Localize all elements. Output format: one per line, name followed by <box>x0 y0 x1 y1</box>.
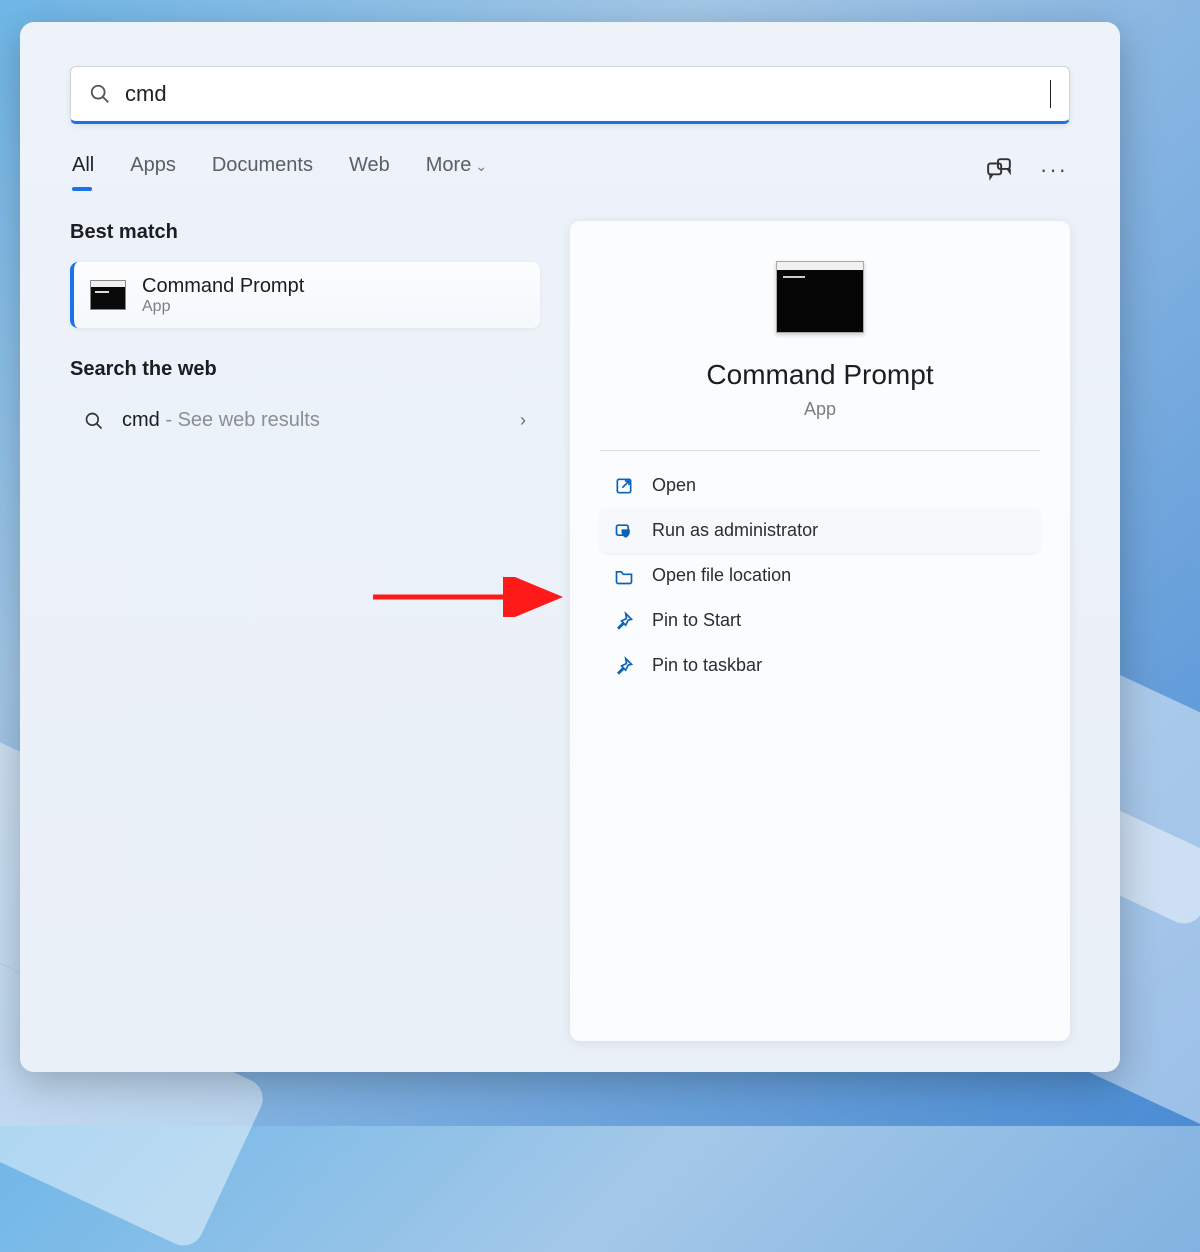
chevron-right-icon: › <box>520 410 526 431</box>
open-icon <box>614 476 634 496</box>
tab-all[interactable]: All <box>72 154 94 185</box>
tab-documents[interactable]: Documents <box>212 154 313 185</box>
results-column: Best match Command Prompt App Search the… <box>70 221 540 1041</box>
search-web-label: Search the web <box>70 358 540 381</box>
best-match-result[interactable]: Command Prompt App <box>70 262 540 328</box>
action-label: Open <box>652 475 696 496</box>
tab-web[interactable]: Web <box>349 154 390 185</box>
folder-icon <box>614 566 634 586</box>
result-title: Command Prompt <box>142 274 304 298</box>
action-pin-to-taskbar[interactable]: Pin to taskbar <box>600 643 1040 688</box>
search-input[interactable] <box>125 81 1050 107</box>
filter-tabs: All Apps Documents Web More⌄ ··· <box>70 154 1070 185</box>
divider <box>600 450 1040 451</box>
start-search-panel: All Apps Documents Web More⌄ ··· Best ma… <box>20 22 1120 1072</box>
command-prompt-icon <box>90 280 126 310</box>
search-bar[interactable] <box>70 66 1070 124</box>
result-subtitle: App <box>142 298 304 316</box>
detail-pane: Command Prompt App Open Run as administr… <box>570 221 1070 1041</box>
tab-apps[interactable]: Apps <box>130 154 176 185</box>
chevron-down-icon: ⌄ <box>475 158 487 174</box>
pin-icon <box>614 656 634 676</box>
web-result-text: cmd - See web results <box>122 409 320 432</box>
chat-icon[interactable] <box>986 157 1012 183</box>
action-label: Pin to Start <box>652 610 741 631</box>
admin-shield-icon <box>614 521 634 541</box>
best-match-label: Best match <box>70 221 540 244</box>
web-result-row[interactable]: cmd - See web results › <box>70 399 540 442</box>
detail-title: Command Prompt <box>600 359 1040 391</box>
search-icon <box>84 411 104 431</box>
action-open[interactable]: Open <box>600 463 1040 508</box>
action-label: Open file location <box>652 565 791 586</box>
more-options-icon[interactable]: ··· <box>1040 157 1068 183</box>
action-label: Pin to taskbar <box>652 655 762 676</box>
action-open-file-location[interactable]: Open file location <box>600 553 1040 598</box>
action-run-as-admin[interactable]: Run as administrator <box>600 508 1040 553</box>
detail-subtitle: App <box>600 399 1040 420</box>
action-pin-to-start[interactable]: Pin to Start <box>600 598 1040 643</box>
search-icon <box>89 83 111 105</box>
tab-more[interactable]: More⌄ <box>426 154 487 185</box>
pin-icon <box>614 611 634 631</box>
command-prompt-icon <box>776 261 864 333</box>
text-cursor <box>1050 80 1051 108</box>
action-label: Run as administrator <box>652 520 818 541</box>
